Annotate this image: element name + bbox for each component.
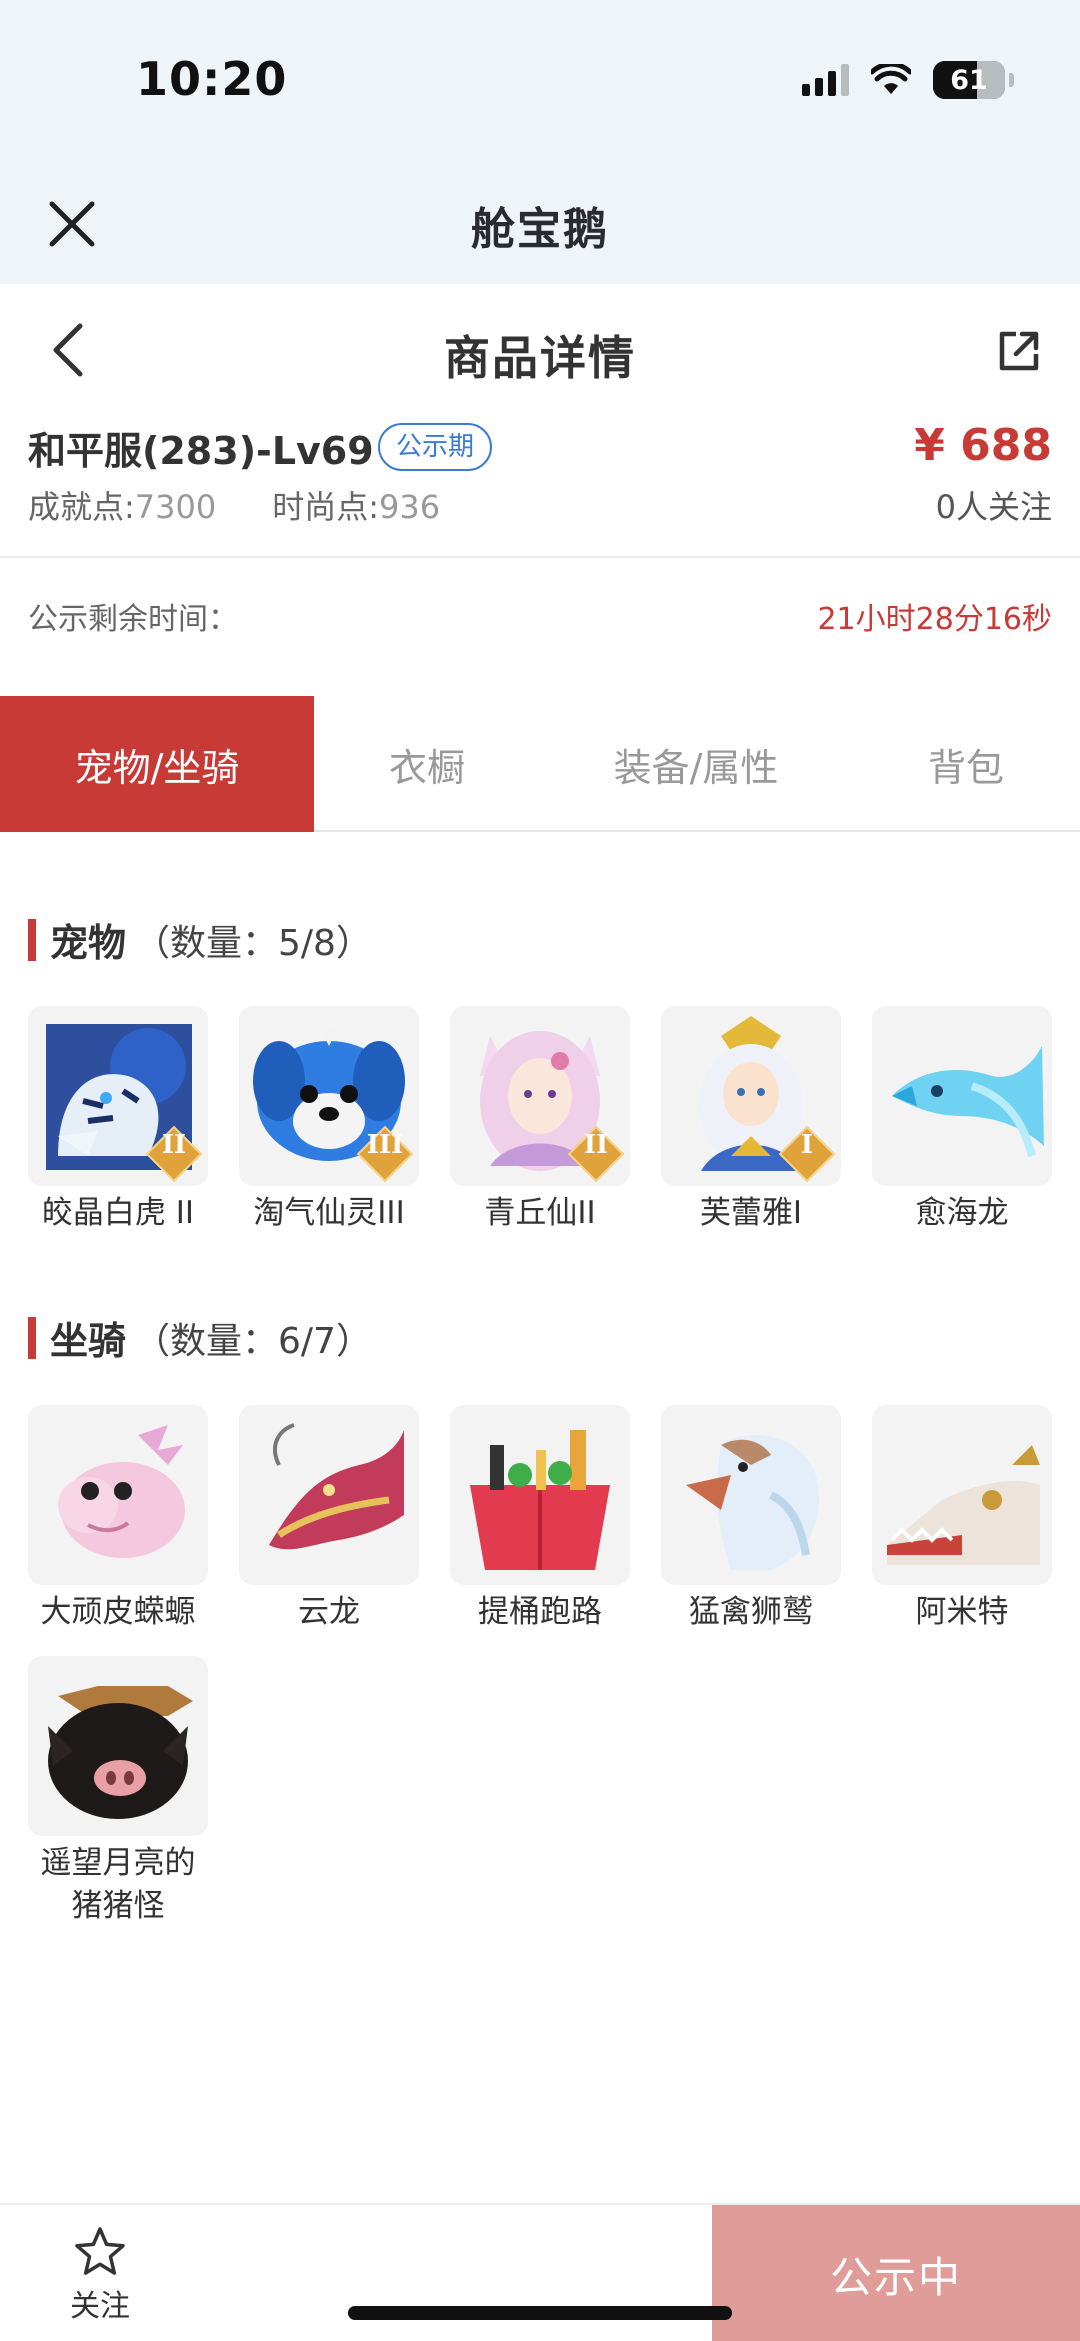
mount-item[interactable]: 遥望月亮的猪猪怪 (28, 1656, 208, 1928)
achievement-label: 成就点: (28, 488, 135, 526)
follow-label: 关注 (70, 2289, 130, 2324)
rank-badge: II (562, 1120, 626, 1184)
item-title: 和平服(283)-Lv69 (28, 429, 374, 473)
section-marker (28, 918, 36, 961)
section-marker (28, 1316, 36, 1359)
fashion-value: 936 (379, 488, 441, 526)
pets-count: （数量：5/8） (134, 922, 372, 964)
mounts-grid: 大顽皮蝾螈 云龙 提桶跑路 猛禽狮鹫 阿米特 遥望月亮的猪猪怪 (28, 1405, 1052, 1928)
follower-count: 0人关注 (935, 488, 1052, 526)
mounts-section-header: 坐骑 （数量：6/7） (28, 1310, 372, 1365)
achievement-points: 成就点:7300 (28, 482, 216, 528)
white-tiger-icon: II (28, 1006, 208, 1186)
remaining-time-label: 公示剩余时间： (28, 602, 238, 637)
tab-bar: 宠物/坐骑 衣橱 装备/属性 背包 (0, 696, 1080, 832)
app-top-area: 10:20 61 舱宝鹅 (0, 0, 1080, 284)
fashion-points: 时尚点:936 (272, 482, 440, 528)
pets-grid: II 皎晶白虎 II III 淘气仙灵III II 青丘仙II I 芙蕾雅I 愈… (28, 1006, 1052, 1235)
home-indicator (348, 2306, 732, 2320)
mount-item[interactable]: 猛禽狮鹫 (661, 1405, 841, 1634)
rank-badge: I (773, 1120, 837, 1184)
mount-item[interactable]: 阿米特 (872, 1405, 1052, 1634)
pet-name: 淘气仙灵III (253, 1195, 405, 1231)
app-title: 舱宝鹅 (471, 204, 609, 255)
mounts-count: （数量：6/7） (134, 1320, 372, 1362)
publicity-status-button[interactable]: 公示中 (712, 2205, 1080, 2341)
rank-badge: III (351, 1120, 415, 1184)
mount-name: 云龙 (298, 1594, 360, 1630)
pet-name: 皎晶白虎 II (41, 1195, 195, 1231)
tab-backpack[interactable]: 背包 (852, 696, 1080, 832)
battery-icon: 61 (933, 61, 1005, 99)
divider (0, 556, 1080, 558)
cloud-dragon-icon (239, 1405, 419, 1585)
pet-item[interactable]: 愈海龙 (872, 1006, 1052, 1235)
follow-button[interactable]: 关注 (48, 2225, 152, 2325)
crocodile-icon (872, 1405, 1052, 1585)
mount-item[interactable]: 云龙 (239, 1405, 419, 1634)
mounts-title: 坐骑 (50, 1319, 127, 1363)
fashion-label: 时尚点: (272, 488, 380, 526)
tab-pets-mounts[interactable]: 宠物/坐骑 (0, 696, 314, 832)
mount-item[interactable]: 大顽皮蝾螈 (28, 1405, 208, 1634)
publicity-tag: 公示期 (378, 423, 493, 471)
mount-name: 大顽皮蝾螈 (40, 1594, 196, 1630)
blue-puppy-icon: III (239, 1006, 419, 1186)
bottom-bar: 关注 公示中 (0, 2203, 1080, 2341)
cellular-signal-icon (802, 64, 849, 96)
status-time: 10:20 (136, 52, 288, 106)
achievement-value: 7300 (134, 488, 217, 526)
pet-name: 青丘仙II (484, 1195, 596, 1231)
star-icon (75, 2227, 125, 2275)
sea-dragon-icon (872, 1006, 1052, 1186)
page-title: 商品详情 (444, 331, 636, 385)
axolotl-icon (28, 1405, 208, 1585)
pet-name: 愈海龙 (915, 1195, 1009, 1231)
mount-name: 猛禽狮鹫 (689, 1594, 813, 1630)
golden-warrior-icon: I (661, 1006, 841, 1186)
item-stats: 成就点:7300 时尚点:936 (28, 482, 440, 528)
pet-item[interactable]: I 芙蕾雅I (661, 1006, 841, 1235)
mount-name: 遥望月亮的猪猪怪 (40, 1845, 196, 1924)
item-price: ¥ 688 (914, 420, 1052, 471)
bucket-icon (450, 1405, 630, 1585)
mount-name: 提桶跑路 (478, 1594, 602, 1630)
pets-section-header: 宠物 （数量：5/8） (28, 912, 372, 967)
remaining-time-value: 21小时28分16秒 (817, 602, 1052, 637)
battery-level: 61 (950, 64, 988, 96)
pet-item[interactable]: III 淘气仙灵III (239, 1006, 419, 1235)
status-icons: 61 (802, 58, 1014, 102)
tab-equipment[interactable]: 装备/属性 (540, 696, 852, 832)
fox-fairy-icon: II (450, 1006, 630, 1186)
mount-name: 阿米特 (915, 1594, 1009, 1630)
rank-badge: II (140, 1120, 204, 1184)
mount-item[interactable]: 提桶跑路 (450, 1405, 630, 1634)
pet-item[interactable]: II 皎晶白虎 II (28, 1006, 208, 1235)
battery-tip (1009, 73, 1014, 87)
pet-name: 芙蕾雅I (699, 1195, 803, 1231)
share-icon[interactable] (994, 326, 1044, 376)
griffin-icon (661, 1405, 841, 1585)
pets-title: 宠物 (50, 921, 127, 965)
pig-icon (28, 1656, 208, 1836)
pet-item[interactable]: II 青丘仙II (450, 1006, 630, 1235)
tab-wardrobe[interactable]: 衣橱 (314, 696, 540, 832)
wifi-icon (871, 64, 911, 94)
